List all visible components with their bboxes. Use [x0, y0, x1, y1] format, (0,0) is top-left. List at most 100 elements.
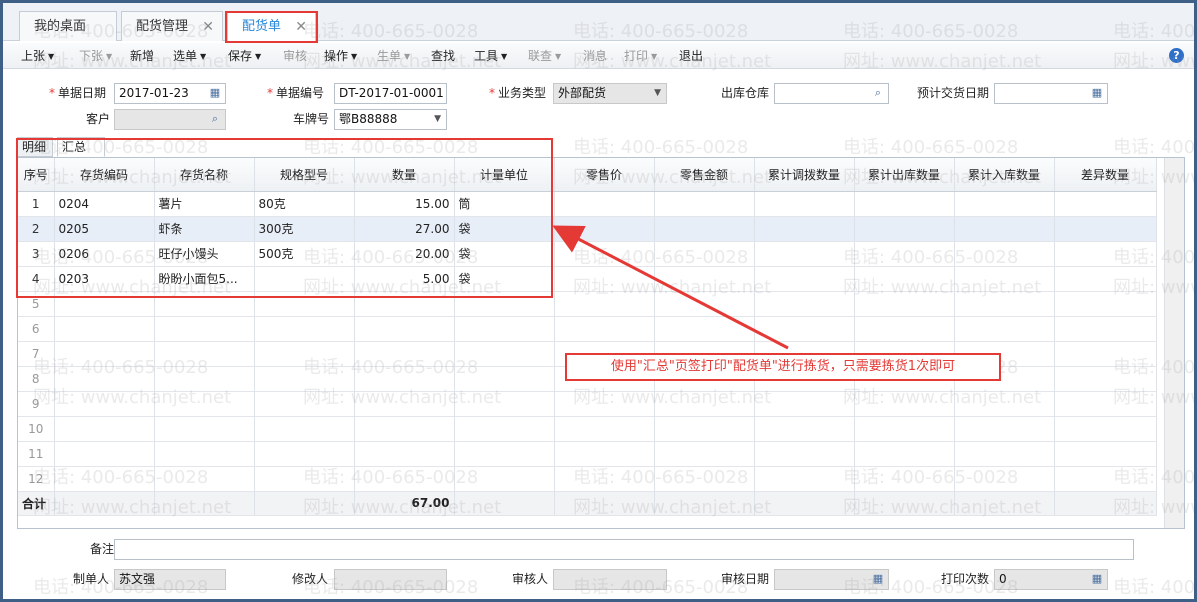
cell-empty[interactable]	[754, 191, 855, 217]
remark-label: 备注	[90, 542, 115, 556]
chevron-down-icon: ▼	[351, 51, 358, 61]
cell-empty[interactable]	[954, 266, 1055, 292]
cell-empty[interactable]	[954, 241, 1055, 267]
col-header[interactable]: 累计调拨数量	[754, 158, 855, 192]
plate-select[interactable]: 鄂B88888 ▼	[334, 109, 447, 130]
cell-empty[interactable]	[654, 216, 755, 242]
menu-audit[interactable]: 审核	[283, 43, 307, 69]
doc-no-label: * 单据编号	[267, 86, 325, 100]
table-row-empty[interactable]: 12	[18, 466, 1157, 492]
cell-empty[interactable]	[854, 266, 955, 292]
auditor-field	[553, 569, 667, 590]
cell-empty[interactable]	[654, 191, 755, 217]
chevron-down-icon: ▼	[651, 51, 658, 61]
calendar-icon: ▦	[1091, 572, 1103, 585]
row-number: 8	[18, 366, 55, 392]
menu-previous[interactable]: 上张 ▼	[21, 43, 54, 69]
chevron-down-icon: ▼	[106, 51, 113, 61]
cell-empty[interactable]	[654, 241, 755, 267]
row-number: 7	[18, 341, 55, 367]
print-count-field: 0 ▦	[994, 569, 1108, 590]
cell-empty[interactable]	[954, 216, 1055, 242]
modifier-label: 修改人	[292, 572, 329, 586]
table-row-empty[interactable]: 10	[18, 416, 1157, 442]
chevron-down-icon: ▼	[555, 51, 562, 61]
cell-empty[interactable]	[754, 241, 855, 267]
total-label: 合计	[18, 490, 55, 516]
warehouse-field[interactable]: ⌕	[774, 83, 889, 104]
cell-empty[interactable]	[1054, 216, 1157, 242]
cell-empty[interactable]	[1054, 266, 1157, 292]
print-count-label: 打印次数	[941, 572, 990, 586]
menu-exit[interactable]: 退出	[679, 43, 703, 69]
col-header[interactable]: 累计入库数量	[954, 158, 1055, 192]
row-number: 6	[18, 316, 55, 342]
row-number: 10	[18, 416, 55, 442]
biz-type-select[interactable]: 外部配货 ▼	[553, 83, 667, 104]
cell-empty[interactable]	[854, 191, 955, 217]
tab-distribution-management[interactable]: 配货管理 ✕	[121, 11, 223, 41]
menu-message[interactable]: 消息	[583, 43, 607, 69]
audit-date-field: ▦	[774, 569, 889, 590]
watermark-phone: 电话: 400-665-0028	[1113, 137, 1196, 158]
table-row-empty[interactable]: 11	[18, 441, 1157, 467]
menu-new[interactable]: 新增	[130, 43, 154, 69]
highlight-box-tab	[225, 11, 318, 43]
cell-empty[interactable]	[654, 266, 755, 292]
chevron-down-icon: ▼	[404, 51, 411, 61]
cell-empty[interactable]	[954, 191, 1055, 217]
col-header[interactable]: 零售金额	[654, 158, 755, 192]
cell-empty[interactable]	[1054, 241, 1157, 267]
watermark-phone: 电话: 400-665-0028	[1113, 577, 1196, 598]
menu-print[interactable]: 打印 ▼	[624, 43, 657, 69]
doc-date-label: * 单据日期	[49, 86, 107, 100]
cell-empty[interactable]	[554, 241, 655, 267]
app-window: 我的桌面 配货管理 ✕ 配货单 ✕ 上张 ▼ 下张 ▼ 新增 选单 ▼ 保存 ▼ 审核 …	[0, 0, 1197, 602]
expected-date-field[interactable]: ▦	[994, 83, 1108, 104]
chevron-down-icon: ▼	[501, 51, 508, 61]
doc-no-field[interactable]: DT-2017-01-0001	[334, 83, 447, 104]
cell-empty[interactable]	[854, 241, 955, 267]
biz-type-label: * 业务类型	[489, 86, 547, 100]
menu-select-order[interactable]: 选单 ▼	[173, 43, 206, 69]
tab-label: 我的桌面	[34, 19, 87, 34]
modifier-field	[334, 569, 447, 590]
cell-empty[interactable]	[854, 216, 955, 242]
row-number: 12	[18, 466, 55, 492]
table-row-empty[interactable]: 6	[18, 316, 1157, 342]
search-icon[interactable]: ⌕	[871, 86, 885, 100]
doc-date-field[interactable]: 2017-01-23 ▦	[114, 83, 226, 104]
menu-save[interactable]: 保存 ▼	[228, 43, 261, 69]
cell-empty[interactable]	[554, 216, 655, 242]
cell-empty[interactable]	[554, 191, 655, 217]
menu-operation[interactable]: 操作 ▼	[324, 43, 357, 69]
menu-tools[interactable]: 工具 ▼	[474, 43, 507, 69]
menu-generate[interactable]: 生单 ▼	[377, 43, 410, 69]
menu-find[interactable]: 查找	[431, 43, 455, 69]
help-icon[interactable]: ?	[1169, 48, 1184, 63]
calendar-icon[interactable]: ▦	[1090, 86, 1104, 100]
cell-empty[interactable]	[754, 216, 855, 242]
cell-empty[interactable]	[1054, 191, 1157, 217]
cell-empty[interactable]	[754, 266, 855, 292]
col-header[interactable]: 差异数量	[1054, 158, 1157, 192]
cell-empty[interactable]	[554, 266, 655, 292]
calendar-icon[interactable]: ▦	[208, 86, 222, 100]
table-row-empty[interactable]: 9	[18, 391, 1157, 417]
col-header[interactable]: 零售价	[554, 158, 655, 192]
chevron-down-icon: ▼	[48, 51, 55, 61]
menu-linked-query[interactable]: 联查 ▼	[528, 43, 561, 69]
col-header[interactable]: 累计出库数量	[854, 158, 955, 192]
chevron-down-icon: ▼	[255, 51, 262, 61]
close-icon[interactable]: ✕	[202, 12, 214, 42]
remark-field[interactable]	[114, 539, 1134, 560]
menu-next[interactable]: 下张 ▼	[79, 43, 112, 69]
search-icon[interactable]: ⌕	[208, 112, 222, 126]
customer-field[interactable]: ⌕	[114, 109, 226, 130]
chevron-down-icon: ▼	[200, 51, 207, 61]
warehouse-label: 出库仓库	[721, 86, 770, 100]
vertical-scrollbar[interactable]	[1164, 158, 1184, 528]
total-row: 合计 67.00	[18, 490, 1157, 516]
row-number: 11	[18, 441, 55, 467]
tab-my-desktop[interactable]: 我的桌面	[19, 11, 117, 41]
